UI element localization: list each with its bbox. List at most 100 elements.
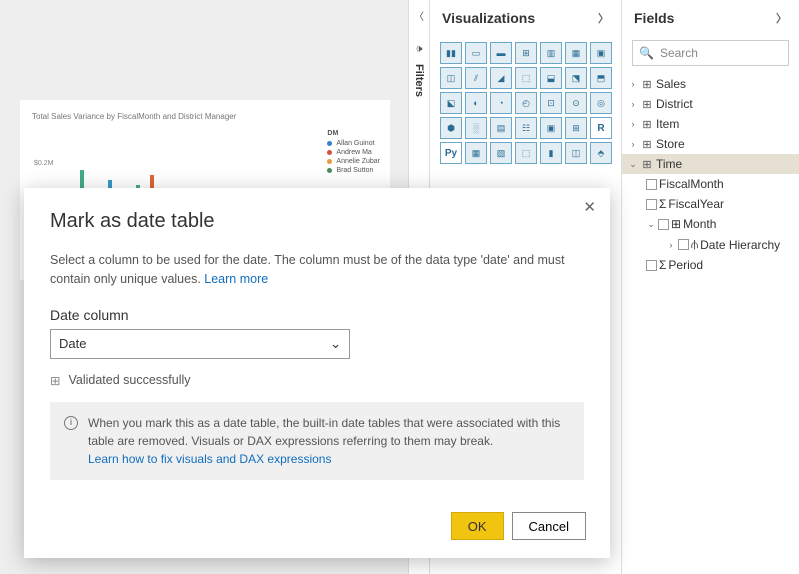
chevron-right-icon: ›	[628, 139, 638, 149]
legend-item: Brad Sutton	[336, 167, 373, 174]
filters-label: Filters	[413, 64, 425, 97]
checkbox[interactable]	[658, 219, 669, 230]
legend-item: Allan Guinot	[336, 140, 374, 147]
field-label: FiscalMonth	[659, 177, 724, 191]
table-icon: ⊞	[640, 78, 654, 91]
viz-type-icon[interactable]: ⊡	[540, 92, 562, 114]
checkbox[interactable]	[678, 239, 689, 250]
checkbox[interactable]	[646, 179, 657, 190]
legend-title: DM	[327, 130, 380, 137]
chevron-right-icon[interactable]: 〉	[598, 10, 609, 26]
viz-type-icon[interactable]: ⬢	[440, 117, 462, 139]
field-row[interactable]: FiscalMonth	[622, 174, 799, 194]
table-sales[interactable]: ›⊞Sales	[622, 74, 799, 94]
viz-type-icon[interactable]: ⫽	[465, 67, 487, 89]
field-row[interactable]: Σ FiscalYear	[622, 194, 799, 214]
viz-type-icon[interactable]: Py	[440, 142, 462, 164]
viz-type-icon[interactable]: ◫	[440, 67, 462, 89]
viz-type-icon[interactable]: ▥	[540, 42, 562, 64]
viz-type-icon[interactable]: ◫	[565, 142, 587, 164]
hierarchy-icon: ⫛	[691, 237, 698, 252]
dialog-title: Mark as date table	[50, 210, 584, 233]
viz-type-icon[interactable]: ⊙	[565, 92, 587, 114]
chevron-down-icon: ⌄	[330, 336, 341, 352]
date-column-select[interactable]: Date ⌄	[50, 329, 350, 359]
viz-pane-title: Visualizations	[442, 10, 535, 26]
viz-type-icon[interactable]: ▦	[465, 142, 487, 164]
table-label: Sales	[656, 77, 686, 91]
viz-type-icon[interactable]: ▮	[540, 142, 562, 164]
chevron-down-icon: ⌄	[646, 219, 656, 230]
viz-type-icon[interactable]: ▦	[565, 42, 587, 64]
viz-type-icon[interactable]: ▬	[490, 42, 512, 64]
close-icon[interactable]: ✕	[583, 198, 596, 216]
table-icon: ⊞	[640, 118, 654, 131]
select-value: Date	[59, 336, 86, 351]
viz-type-icon[interactable]: ⬘	[590, 142, 612, 164]
viz-type-icon[interactable]: ⬓	[540, 67, 562, 89]
viz-type-icon[interactable]: ⬕	[440, 92, 462, 114]
learn-more-link[interactable]: Learn more	[204, 272, 268, 286]
viz-type-icon[interactable]: ▭	[465, 42, 487, 64]
viz-type-icon[interactable]: ▮▮	[440, 42, 462, 64]
field-label: Month	[683, 217, 716, 231]
table-district[interactable]: ›⊞District	[622, 94, 799, 114]
sigma-icon: Σ	[659, 197, 666, 211]
legend-item: Andrew Ma	[336, 149, 371, 156]
info-text: When you mark this as a date table, the …	[88, 416, 560, 448]
field-label: FiscalYear	[668, 197, 724, 211]
ok-button[interactable]: OK	[451, 512, 504, 540]
checkbox[interactable]	[646, 260, 657, 271]
viz-type-icon[interactable]: ▣	[590, 42, 612, 64]
field-row[interactable]: ⌄ ⊞ Month	[622, 214, 799, 234]
table-item[interactable]: ›⊞Item	[622, 114, 799, 134]
viz-type-icon[interactable]: ◢	[490, 67, 512, 89]
validation-status: ⊞ Validated successfully	[50, 373, 584, 388]
table-label: Store	[656, 137, 685, 151]
viz-type-icon[interactable]: ⬚	[515, 142, 537, 164]
search-icon: 🔍	[639, 46, 654, 60]
sigma-icon: Σ	[659, 258, 666, 272]
chevron-right-icon: ›	[666, 240, 676, 250]
viz-type-icon[interactable]: ⬔	[565, 67, 587, 89]
viz-type-icon[interactable]: ▤	[490, 117, 512, 139]
viz-type-icon[interactable]: ◴	[515, 92, 537, 114]
table-icon: ⊞	[640, 158, 654, 171]
viz-type-icon[interactable]: ◎	[590, 92, 612, 114]
chart-legend: DM Allan Guinot Andrew Ma Annelie Zubar …	[327, 130, 380, 176]
search-placeholder: Search	[660, 46, 698, 60]
viz-type-icon[interactable]: ☷	[515, 117, 537, 139]
table-label: Time	[656, 157, 682, 171]
table-time[interactable]: ⌄⊞Time	[622, 154, 799, 174]
chevron-right-icon[interactable]: 〉	[776, 10, 787, 26]
viz-type-icon[interactable]: ◐	[465, 92, 487, 114]
search-input[interactable]: 🔍 Search	[632, 40, 789, 66]
field-label: Period	[668, 258, 703, 272]
speaker-icon[interactable]: 🕩	[416, 43, 423, 56]
chevron-right-icon: ›	[628, 99, 638, 109]
viz-type-icon[interactable]: ░	[465, 117, 487, 139]
field-row[interactable]: › ⫛ Date Hierarchy	[622, 234, 799, 255]
fix-visuals-link[interactable]: Learn how to fix visuals and DAX express…	[88, 452, 331, 466]
viz-type-icon[interactable]: ⬒	[590, 67, 612, 89]
viz-type-icon[interactable]: ⊞	[565, 117, 587, 139]
viz-type-icon[interactable]: ⬚	[515, 67, 537, 89]
fields-pane: Fields 〉 🔍 Search ›⊞Sales›⊞District›⊞Ite…	[622, 0, 799, 574]
field-row[interactable]: Σ Period	[622, 255, 799, 275]
chevron-right-icon: ›	[628, 119, 638, 129]
table-icon: ⊞	[640, 138, 654, 151]
dialog-description: Select a column to be used for the date.…	[50, 251, 584, 289]
viz-type-icon[interactable]: ◔	[490, 92, 512, 114]
viz-type-icon[interactable]: ⊞	[515, 42, 537, 64]
table-store[interactable]: ›⊞Store	[622, 134, 799, 154]
field-label: Date Hierarchy	[700, 238, 780, 252]
cancel-button[interactable]: Cancel	[512, 512, 586, 540]
chart-title: Total Sales Variance by FiscalMonth and …	[32, 112, 378, 121]
viz-type-icon[interactable]: ▧	[490, 142, 512, 164]
checkbox[interactable]	[646, 199, 657, 210]
chevron-left-icon[interactable]: 〈	[414, 8, 424, 23]
table-label: District	[656, 97, 693, 111]
viz-type-icon[interactable]: ▣	[540, 117, 562, 139]
viz-type-icon[interactable]: R	[590, 117, 612, 139]
validated-text: Validated successfully	[68, 373, 190, 387]
